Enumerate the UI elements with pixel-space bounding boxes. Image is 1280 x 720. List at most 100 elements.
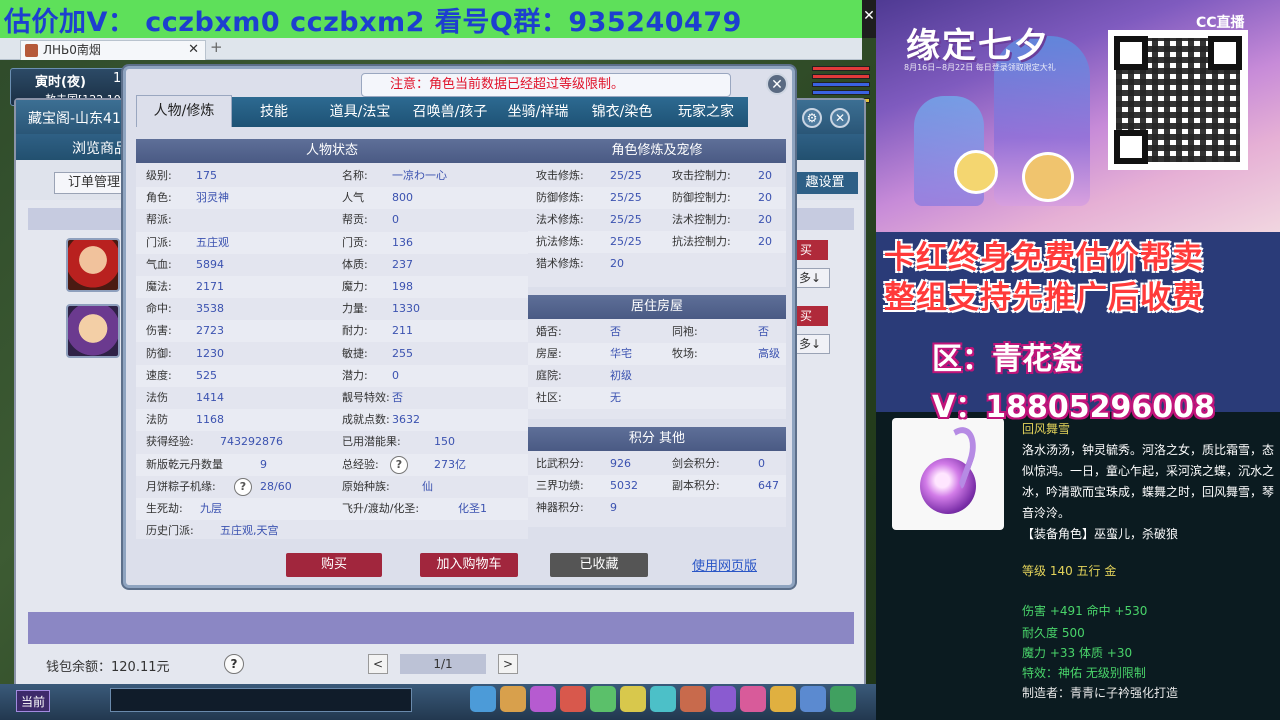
hud-icon[interactable]	[680, 686, 706, 712]
next-page-button[interactable]: >	[498, 654, 518, 674]
stat-label: 成就点数:	[342, 413, 390, 427]
hud-icon[interactable]	[800, 686, 826, 712]
list-more-button[interactable]: 多↓	[794, 268, 830, 288]
hud-icon[interactable]	[830, 686, 856, 712]
house-box: 居住房屋 婚否: 否 同袍: 否房屋: 华宅 牧场: 高级 庭院: 初级 社区: 无	[528, 295, 786, 419]
avatar[interactable]	[66, 238, 120, 292]
watermark-banner: 估价加V： cczbxm0 cczbxm2 看号Q群：935240479	[0, 0, 862, 38]
hud-icon[interactable]	[770, 686, 796, 712]
tab-favicon-icon	[25, 44, 38, 57]
order-management-button[interactable]: 订单管理	[54, 172, 134, 194]
qixi-subtitle: 8月16日~8月22日 每日登录领取限定大礼	[904, 63, 1056, 72]
tab-home[interactable]: 玩家之家	[664, 97, 748, 127]
stat-label: 帮贡:	[342, 213, 368, 227]
character-detail-dialog: + 注意：角色当前数据已经超过等级限制。 ✕ 人物/修炼 技能 道具/法宝 召唤…	[123, 66, 795, 588]
badge-icon	[1022, 152, 1074, 202]
tab-character[interactable]: 人物/修炼	[136, 95, 232, 127]
info-row: 猎术修炼: 20	[528, 253, 786, 275]
info-label: 神器积分:	[536, 501, 584, 514]
stat-label: 生死劫:	[146, 502, 183, 515]
hud-icon[interactable]	[620, 686, 646, 712]
stat-label: 耐力:	[342, 324, 368, 338]
item-durability: 耐久度 500	[1022, 626, 1085, 640]
tab-outfits[interactable]: 锦衣/染色	[580, 97, 664, 127]
stat-label: 新版乾元丹数量	[146, 457, 223, 471]
info-value: 20	[758, 191, 772, 204]
status-row: 门派: 五庄观 门贡: 136	[136, 231, 528, 254]
stat-label: 防御:	[146, 346, 172, 360]
stat-value: 1168	[196, 413, 224, 427]
tab-close-icon[interactable]: ✕	[188, 41, 199, 59]
stat-value: 237	[392, 257, 413, 271]
stat-value: 28/60	[260, 479, 292, 493]
hud-icon[interactable]	[590, 686, 616, 712]
window-close-icon[interactable]: ✕	[862, 0, 876, 38]
prev-page-button[interactable]: <	[368, 654, 388, 674]
list-more-button[interactable]: 多↓	[794, 334, 830, 354]
hud-icon[interactable]	[650, 686, 676, 712]
stat-value: 羽灵神	[196, 191, 229, 205]
hud-icon[interactable]	[560, 686, 586, 712]
list-buy-button[interactable]: 买	[794, 240, 828, 260]
chat-input[interactable]	[110, 688, 412, 712]
browser-tab[interactable]: ЛНЬ0南烟 ✕	[20, 40, 206, 60]
add-to-cart-button[interactable]: 加入购物车	[420, 553, 518, 577]
promo-line-2: 整组支持先推广后收费	[884, 280, 1204, 316]
stat-value: 否	[392, 391, 403, 404]
training-box: 角色修炼及宠修 攻击修炼: 25/25 攻击控制力: 20 防御修炼: 25/25 防御控制…	[528, 139, 786, 287]
info-value: 25/25	[610, 213, 642, 226]
info-label: 抗法控制力:	[672, 235, 731, 248]
total-exp-help-icon[interactable]: ?	[390, 455, 408, 474]
status-row: 获得经验: 743292876 已用潜能果: 150	[136, 431, 528, 453]
info-value: 9	[610, 501, 617, 514]
list-buy-button[interactable]: 买	[794, 306, 828, 326]
help-icon[interactable]: ?	[224, 654, 244, 674]
hud-icon[interactable]	[470, 686, 496, 712]
cbg-close-icon[interactable]: ✕	[830, 108, 850, 128]
info-row: 社区: 无	[528, 387, 786, 409]
wallet-balance: 钱包余额：120.11元	[46, 660, 170, 675]
tab-items[interactable]: 道具/法宝	[316, 97, 404, 127]
browse-items-link[interactable]: 浏览商品	[72, 138, 128, 158]
mp-bar-2	[812, 90, 870, 95]
status-title: 人物状态	[136, 139, 528, 163]
buy-button[interactable]: 购买	[286, 553, 382, 577]
notice-banner: 注意：角色当前数据已经超过等级限制。	[361, 73, 731, 97]
use-web-version-link[interactable]: 使用网页版	[692, 555, 757, 574]
hp-bar-2	[812, 74, 870, 79]
tab-skills[interactable]: 技能	[232, 97, 316, 127]
info-value: 20	[758, 235, 772, 248]
stat-label: 门派:	[146, 235, 172, 249]
info-label: 抗法修炼:	[536, 235, 584, 248]
hud-icon-bar	[470, 686, 870, 716]
channel-current-button[interactable]: 当前	[16, 690, 50, 712]
stat-value: 525	[196, 368, 217, 382]
hud-icon[interactable]	[740, 686, 766, 712]
stat-value: 3538	[196, 302, 224, 316]
hud-icon[interactable]	[710, 686, 736, 712]
info-value: 否	[758, 325, 769, 338]
stat-label: 法伤	[146, 391, 168, 404]
qixi-title: 缘定七夕	[906, 26, 1050, 66]
dialog-close-icon[interactable]: ✕	[766, 73, 788, 95]
info-row: 三界功绩: 5032 副本积分: 647	[528, 475, 786, 497]
favorited-button[interactable]: 已收藏	[550, 553, 648, 577]
stat-value: 2723	[196, 324, 224, 338]
hud-icon[interactable]	[530, 686, 556, 712]
settings-gear-icon[interactable]: ⚙	[802, 108, 822, 128]
info-label: 猎术修炼:	[536, 257, 584, 270]
score-box: 积分 其他 比武积分: 926 剑会积分: 0 三界功绩: 5032 副本积分: 647 神器积…	[528, 427, 786, 527]
info-label: 同袍:	[672, 325, 698, 338]
stat-value: 175	[196, 169, 217, 182]
new-tab-icon[interactable]: +	[210, 38, 223, 56]
info-label: 法术修炼:	[536, 213, 584, 226]
tab-mounts[interactable]: 坐骑/祥瑞	[496, 97, 580, 127]
info-value: 高级	[758, 347, 780, 360]
zongzi-help-icon[interactable]: ?	[234, 477, 252, 496]
hud-icon[interactable]	[500, 686, 526, 712]
avatar[interactable]	[66, 304, 120, 358]
stat-label: 命中:	[146, 302, 172, 316]
interest-settings-button[interactable]: 趣设置	[792, 172, 858, 194]
tab-pets[interactable]: 召唤兽/孩子	[404, 97, 496, 127]
stat-value: 五庄观,天宫	[220, 524, 279, 538]
